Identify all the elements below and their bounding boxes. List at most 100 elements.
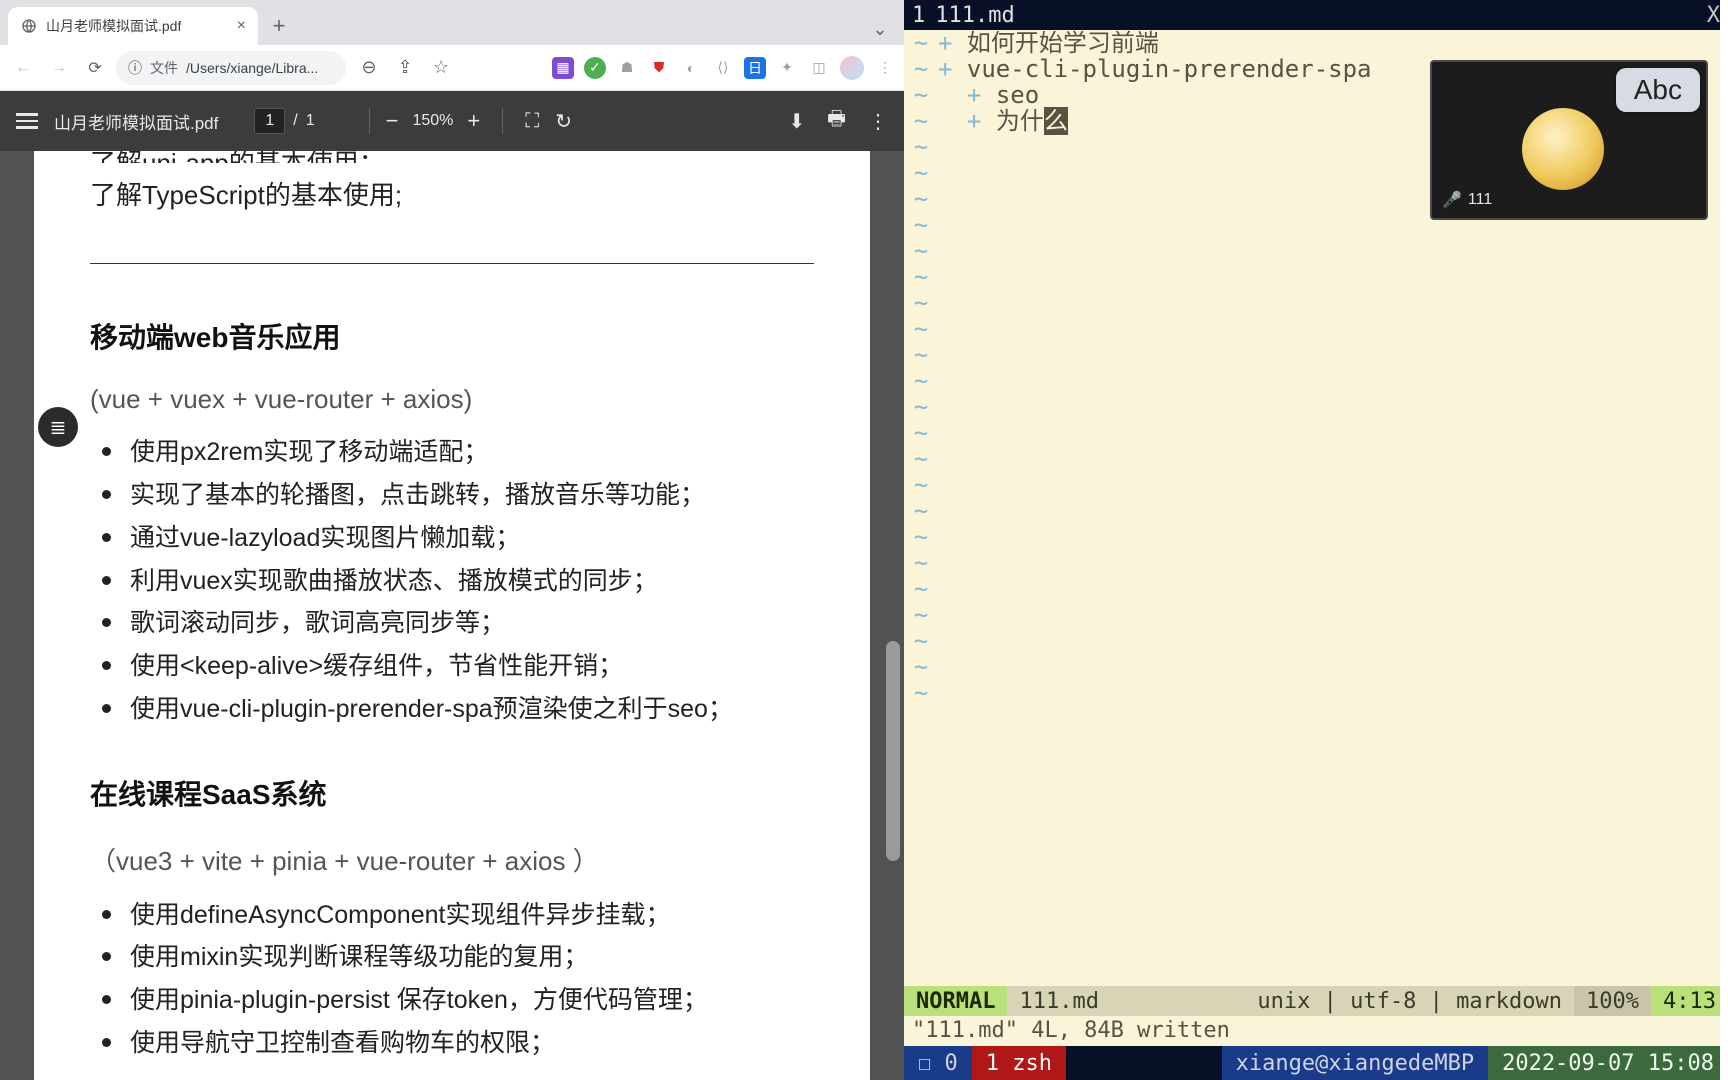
doc-fragment-line: 了解TypeScript的基本使用; bbox=[90, 175, 814, 215]
pdf-scrollbar[interactable] bbox=[886, 151, 900, 1080]
doc-bullet-list: 使用defineAsyncComponent实现组件异步挂载；使用mixin实现… bbox=[90, 896, 814, 1063]
window-edge bbox=[1720, 0, 1728, 1080]
ime-indicator[interactable]: Abc bbox=[1616, 68, 1700, 112]
pdf-fit-icon[interactable]: ⛶ bbox=[525, 110, 539, 133]
pdf-zoom-out-button[interactable]: − bbox=[386, 108, 399, 134]
doc-section: 在线课程SaaS系统 （vue3 + vite + pinia + vue-ro… bbox=[90, 773, 814, 1063]
sidepanel-icon[interactable]: ◫ bbox=[808, 57, 830, 79]
pdf-rotate-icon[interactable]: ↻ bbox=[555, 109, 572, 134]
extensions-bar: ▦ ✓ ☗ ⛊ ◐ ⟨⟩ 日 ✦ ◫ ⋮ bbox=[552, 56, 896, 80]
extension-icon[interactable]: ☗ bbox=[616, 57, 638, 79]
new-tab-button[interactable]: + bbox=[264, 11, 294, 41]
doc-bullet: 使用导航守卫控制查看购物车的权限； bbox=[102, 1024, 814, 1063]
doc-bullet: 使用vue-cli-plugin-prerender-spa预渲染使之利于seo… bbox=[102, 690, 814, 729]
tab-overflow-icon[interactable]: ⌄ bbox=[868, 17, 892, 41]
doc-subtitle: （vue3 + vite + pinia + vue-router + axio… bbox=[90, 841, 814, 878]
tab-title: 山月老师模拟面试.pdf bbox=[46, 16, 181, 36]
pdf-sidebar-toggle[interactable] bbox=[16, 113, 38, 129]
vim-tab-filename: 111.md bbox=[935, 3, 1014, 28]
pdf-favicon-icon bbox=[20, 17, 38, 35]
vim-buffer[interactable]: ~~~~~~~~~~~~~~~~~~~~~~~~~~ + 如何开始学习前端+ v… bbox=[904, 30, 1728, 986]
vim-cursor-pos: 4:13 bbox=[1651, 986, 1728, 1016]
omnibox-url: /Users/xiange/Libra... bbox=[186, 60, 318, 76]
pdf-download-icon[interactable]: ⬇ bbox=[788, 109, 805, 134]
pdf-page-sep: / bbox=[293, 112, 297, 130]
tmux-window[interactable]: 1 zsh bbox=[972, 1046, 1066, 1080]
chrome-menu-icon[interactable]: ⋮ bbox=[874, 57, 896, 79]
doc-separator bbox=[90, 263, 814, 264]
doc-heading: 在线课程SaaS系统 bbox=[90, 773, 814, 813]
doc-bullet-list: 使用px2rem实现了移动端适配； 实现了基本的轮播图，点击跳转，播放音乐等功能；… bbox=[90, 433, 814, 728]
pdf-page-control: 1 / 1 bbox=[254, 108, 314, 134]
doc-bullet: 通过vue-lazyload实现图片懒加载； bbox=[102, 519, 814, 558]
omnibox-scheme: 文件 bbox=[150, 58, 178, 78]
vim-tabline[interactable]: 1 111.md X bbox=[904, 0, 1728, 30]
pdf-zoom-value[interactable]: 150% bbox=[412, 112, 453, 130]
doc-subtitle: (vue + vuex + vue-router + axios) bbox=[90, 384, 814, 415]
scrollbar-thumb[interactable] bbox=[886, 641, 900, 861]
zoom-indicator-icon[interactable]: ⊖ bbox=[356, 55, 382, 81]
participant-avatar bbox=[1522, 108, 1604, 190]
browser-toolbar: ← → ⟳ ⓘ 文件 /Users/xiange/Libra... ⊖ ⇪ ☆ … bbox=[0, 45, 904, 91]
extension-icon[interactable]: ▦ bbox=[552, 57, 574, 79]
tab-strip: 山月老师模拟面试.pdf × + ⌄ bbox=[0, 0, 904, 45]
participant-name-tag: 🎤 111 bbox=[1442, 190, 1492, 210]
pdf-viewport[interactable]: 了解uni-app的基本使用； 了解TypeScript的基本使用; 移动端we… bbox=[0, 151, 904, 1080]
video-call-overlay[interactable]: Abc 🎤 111 bbox=[1430, 60, 1708, 220]
tmux-session[interactable]: ☐ 0 bbox=[904, 1046, 972, 1080]
omnibox[interactable]: ⓘ 文件 /Users/xiange/Libra... bbox=[116, 51, 346, 85]
extension-icon[interactable]: ◐ bbox=[680, 57, 702, 79]
pdf-outline-toggle[interactable]: ≣ bbox=[38, 407, 78, 447]
vim-status-filename: 111.md bbox=[1007, 986, 1110, 1016]
participant-name: 111 bbox=[1468, 191, 1492, 209]
bookmark-star-icon[interactable]: ☆ bbox=[428, 55, 454, 81]
tmux-time: 2022-09-07 15:08 bbox=[1488, 1046, 1728, 1080]
vim-gutter: ~~~~~~~~~~~~~~~~~~~~~~~~~~ bbox=[904, 30, 938, 986]
pdf-print-icon[interactable]: 🖶 bbox=[827, 104, 846, 138]
doc-bullet: 实现了基本的轮播图，点击跳转，播放音乐等功能； bbox=[102, 476, 814, 515]
doc-section: 移动端web音乐应用 (vue + vuex + vue-router + ax… bbox=[90, 316, 814, 728]
profile-avatar[interactable] bbox=[840, 56, 864, 80]
doc-bullet: 利用vuex实现歌曲播放状态、播放模式的同步； bbox=[102, 562, 814, 601]
extension-icon[interactable]: 日 bbox=[744, 57, 766, 79]
vim-mode: NORMAL bbox=[904, 986, 1007, 1016]
share-icon[interactable]: ⇪ bbox=[392, 55, 418, 81]
vim-message: "111.md" 4L, 84B written bbox=[904, 1016, 1728, 1046]
extension-icon[interactable]: ⟨⟩ bbox=[712, 57, 734, 79]
mic-icon: 🎤 bbox=[1442, 190, 1462, 210]
site-info-icon[interactable]: ⓘ bbox=[128, 58, 142, 78]
doc-bullet: 使用defineAsyncComponent实现组件异步挂载； bbox=[102, 896, 814, 935]
doc-bullet: 使用mixin实现判断课程等级功能的复用； bbox=[102, 938, 814, 977]
doc-bullet: 使用pinia-plugin-persist 保存token，方便代码管理； bbox=[102, 981, 814, 1020]
nav-forward-button[interactable]: → bbox=[44, 53, 74, 83]
browser-tab[interactable]: 山月老师模拟面试.pdf × bbox=[8, 7, 258, 45]
vim-percent: 100% bbox=[1574, 986, 1651, 1016]
extension-icon[interactable]: ⛊ bbox=[648, 57, 670, 79]
pdf-toolbar: 山月老师模拟面试.pdf 1 / 1 − 150% + ⛶ ↻ ⬇ 🖶 ⋮ bbox=[0, 91, 904, 151]
pdf-more-icon[interactable]: ⋮ bbox=[868, 109, 888, 134]
vim-tab-index: 1 bbox=[912, 3, 925, 28]
vim-line: + 如何开始学习前端 bbox=[938, 30, 1728, 56]
doc-heading: 移动端web音乐应用 bbox=[90, 316, 814, 356]
browser-window: 山月老师模拟面试.pdf × + ⌄ ← → ⟳ ⓘ 文件 /Users/xia… bbox=[0, 0, 904, 1080]
vim-statusline: NORMAL 111.md unix | utf-8 | markdown 10… bbox=[904, 986, 1728, 1016]
doc-fragment-line: 了解uni-app的基本使用； bbox=[90, 151, 814, 163]
extensions-menu-icon[interactable]: ✦ bbox=[776, 57, 798, 79]
pdf-page-total: 1 bbox=[306, 112, 315, 130]
doc-bullet: 使用<keep-alive>缓存组件，节省性能开销； bbox=[102, 647, 814, 686]
extension-icon[interactable]: ✓ bbox=[584, 57, 606, 79]
vim-encoding: unix | utf-8 | markdown bbox=[1245, 986, 1574, 1016]
pdf-page-input[interactable]: 1 bbox=[254, 108, 285, 134]
terminal-window: 1 111.md X ~~~~~~~~~~~~~~~~~~~~~~~~~~ + … bbox=[904, 0, 1728, 1080]
tab-close-icon[interactable]: × bbox=[237, 17, 246, 35]
nav-reload-button[interactable]: ⟳ bbox=[80, 53, 110, 83]
pdf-page: 了解uni-app的基本使用； 了解TypeScript的基本使用; 移动端we… bbox=[34, 151, 870, 1080]
pdf-zoom-in-button[interactable]: + bbox=[467, 108, 480, 134]
pdf-filename: 山月老师模拟面试.pdf bbox=[54, 109, 218, 134]
tmux-host: xiange@xiangedeMBP bbox=[1222, 1046, 1488, 1080]
nav-back-button[interactable]: ← bbox=[8, 53, 38, 83]
tmux-statusbar: ☐ 0 1 zsh xiange@xiangedeMBP 2022-09-07 … bbox=[904, 1046, 1728, 1080]
vim-tab-close[interactable]: X bbox=[1707, 3, 1720, 28]
doc-bullet: 使用px2rem实现了移动端适配； bbox=[102, 433, 814, 472]
doc-bullet: 歌词滚动同步，歌词高亮同步等； bbox=[102, 604, 814, 643]
